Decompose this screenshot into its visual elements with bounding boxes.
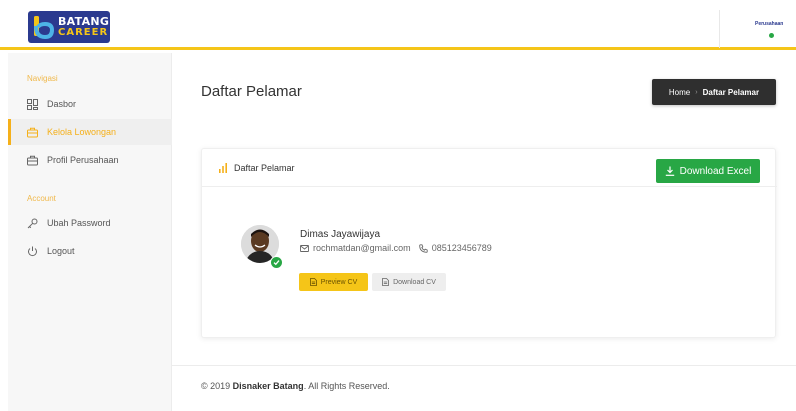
sidebar-item-kelola-lowongan[interactable]: Kelola Lowongan (8, 119, 172, 145)
sidebar-section-navigasi: Navigasi (27, 74, 58, 83)
footer-rights: . All Rights Reserved. (303, 381, 390, 391)
download-cv-button[interactable]: Download CV (372, 273, 446, 291)
sidebar-item-label: Ubah Password (47, 218, 111, 228)
sidebar: Navigasi Dasbor Kelola Lowongan Profil P… (8, 53, 172, 411)
user-menu[interactable]: Perusahaan (755, 21, 783, 27)
sidebar-item-ubah-password[interactable]: Ubah Password (8, 210, 172, 236)
online-status-icon (769, 33, 774, 38)
sidebar-item-label: Kelola Lowongan (47, 127, 117, 137)
applicant-email: rochmatdan@gmail.com (313, 243, 411, 253)
card-header: Daftar Pelamar Download Excel (202, 149, 777, 187)
document-icon (382, 278, 389, 286)
sidebar-item-label: Dasbor (47, 99, 77, 109)
page-title: Daftar Pelamar (201, 83, 302, 100)
breadcrumb-home-link[interactable]: Home (669, 88, 690, 97)
applicant-phone: 085123456789 (431, 243, 492, 253)
preview-cv-button[interactable]: Preview CV (299, 273, 368, 291)
footer-divider (172, 365, 796, 366)
mail-icon (300, 244, 309, 252)
sidebar-item-profil-perusahaan[interactable]: Profil Perusahaan (8, 147, 172, 173)
batang-career-logo[interactable]: BATANG CAREER (28, 11, 110, 43)
logo-mark-icon (32, 15, 55, 40)
bar-chart-icon (219, 163, 227, 173)
briefcase-icon (27, 127, 38, 138)
sidebar-item-logout[interactable]: Logout (8, 238, 172, 264)
logo-text-batang: BATANG (58, 15, 110, 28)
verified-check-icon (270, 256, 283, 269)
applicant-name: Dimas Jayawijaya (300, 229, 381, 240)
card-title-text: Daftar Pelamar (234, 163, 295, 173)
phone-icon (418, 243, 428, 253)
power-icon (27, 246, 38, 257)
download-icon (665, 166, 675, 176)
applicant-contact: rochmatdan@gmail.com 085123456789 (300, 243, 492, 253)
top-bar: BATANG CAREER Perusahaan (0, 0, 796, 50)
chevron-right-icon: › (695, 88, 698, 96)
breadcrumb: Home › Daftar Pelamar (652, 79, 776, 105)
applicant-list-card: Daftar Pelamar Download Excel Dimas Jaya… (201, 148, 777, 338)
footer-org: Disnaker Batang (232, 381, 304, 391)
download-cv-label: Download CV (393, 278, 436, 286)
card-title: Daftar Pelamar (219, 163, 295, 173)
footer-copyright: © 2019 (201, 381, 233, 391)
download-excel-label: Download Excel (679, 165, 752, 177)
sidebar-item-dasbor[interactable]: Dasbor (8, 91, 172, 117)
download-excel-button[interactable]: Download Excel (656, 159, 760, 183)
logo-text-career: CAREER (58, 27, 109, 38)
document-icon (309, 278, 317, 286)
footer: © 2019 Disnaker Batang. All Rights Reser… (201, 381, 390, 391)
topbar-divider (719, 10, 720, 48)
key-icon (27, 218, 38, 229)
preview-cv-label: Preview CV (320, 278, 358, 286)
dashboard-icon (27, 98, 38, 110)
sidebar-item-label: Logout (47, 246, 75, 256)
breadcrumb-current: Daftar Pelamar (702, 87, 760, 97)
building-icon (27, 155, 38, 166)
sidebar-section-account: Account (27, 194, 56, 203)
sidebar-item-label: Profil Perusahaan (47, 155, 119, 165)
